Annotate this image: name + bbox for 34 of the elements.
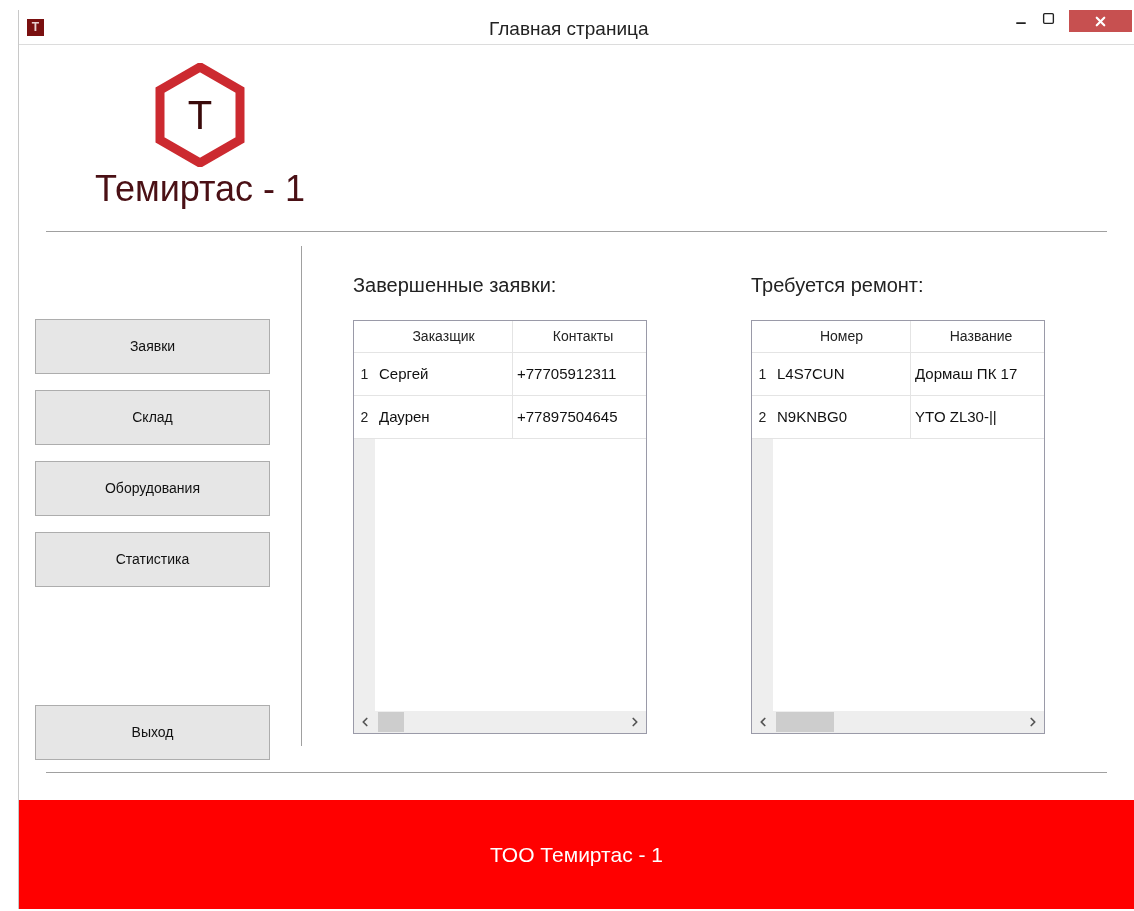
row-number: 1 <box>354 353 375 396</box>
table-cell-text: +77705912311 <box>516 363 618 384</box>
column-header[interactable]: Название <box>911 321 1044 352</box>
close-button[interactable] <box>1069 10 1132 32</box>
table-cell: L4S7CUN <box>773 353 911 395</box>
table-cell-text: Дормаш ПК 17 <box>914 363 1019 384</box>
company-name: Темиртас - 1 <box>94 169 306 209</box>
window-title: Главная страница <box>489 17 649 41</box>
nav-button[interactable]: Оборудования <box>35 461 270 516</box>
table-cell-text: +77897504645 <box>516 406 619 427</box>
table-cell: Даурен <box>375 396 513 438</box>
table-title: Требуется ремонт: <box>751 273 925 298</box>
nav-button[interactable]: Статистика <box>35 532 270 587</box>
table-cell: Сергей <box>375 353 513 395</box>
row-number: 2 <box>354 396 375 439</box>
row-number: 1 <box>752 353 773 396</box>
scrollbar-thumb[interactable] <box>378 712 404 732</box>
maximize-icon[interactable] <box>1042 12 1055 25</box>
scrollbar-thumb[interactable] <box>776 712 834 732</box>
column-header[interactable]: Номер <box>773 321 911 352</box>
horizontal-scrollbar[interactable] <box>752 711 1044 733</box>
table-title: Завершенные заявки: <box>353 273 558 298</box>
table-cell-text: YTO ZL30-|| <box>914 406 998 427</box>
horizontal-scrollbar[interactable] <box>354 711 646 733</box>
row-number: 2 <box>752 396 773 439</box>
table-cell: N9KNBG0 <box>773 396 911 438</box>
column-header[interactable]: Контакты <box>513 321 646 352</box>
nav-button[interactable]: Склад <box>35 390 270 445</box>
exit-button[interactable]: Выход <box>35 705 270 760</box>
hexagon-logo-icon: Т <box>154 63 246 167</box>
footer-text: ТОО Темиртас - 1 <box>490 841 663 868</box>
column-header[interactable]: Заказщик <box>375 321 513 352</box>
app-icon: T <box>27 18 44 36</box>
nav-button[interactable]: Заявки <box>35 319 270 374</box>
